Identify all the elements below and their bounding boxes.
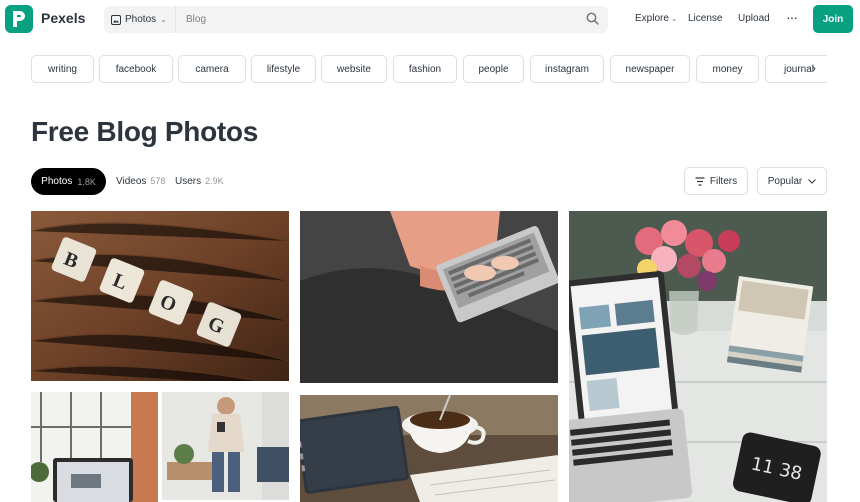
- chip-lifestyle[interactable]: lifestyle: [251, 55, 316, 83]
- chip-people[interactable]: people: [463, 55, 524, 83]
- chip-website[interactable]: website: [321, 55, 387, 83]
- tab-photos-count: 1.8K: [77, 176, 96, 187]
- more-options-icon[interactable]: ···: [786, 9, 798, 25]
- chevron-down-icon: [808, 178, 817, 184]
- tab-photos[interactable]: Photos 1.8K: [31, 168, 106, 195]
- photo-flowers-laptop[interactable]: 11 38: [569, 211, 827, 502]
- photo-coffee-notebook[interactable]: [300, 395, 558, 502]
- search-icon[interactable]: [585, 11, 601, 27]
- chip-writing[interactable]: writing: [31, 55, 94, 83]
- tab-videos-count: 578: [150, 176, 166, 186]
- chevron-down-icon: ⌄: [670, 14, 678, 23]
- chevron-down-icon: ⌄: [160, 15, 167, 24]
- brand-name[interactable]: Pexels: [41, 10, 85, 26]
- tab-videos-label: Videos: [116, 176, 147, 187]
- search-type-dropdown[interactable]: Photos ⌄: [104, 6, 176, 33]
- sort-dropdown[interactable]: Popular: [757, 167, 827, 195]
- nav-upload[interactable]: Upload: [738, 13, 770, 24]
- sort-label: Popular: [767, 175, 803, 187]
- chevron-right-icon[interactable]: ›: [812, 61, 828, 77]
- filters-button[interactable]: Filters: [684, 167, 748, 195]
- page-title: Free Blog Photos: [31, 116, 258, 147]
- search-input[interactable]: [186, 12, 566, 27]
- photo-blog-tiles[interactable]: B L O G: [31, 211, 289, 381]
- chip-fashion[interactable]: fashion: [393, 55, 457, 83]
- tab-users-count: 2.9K: [205, 176, 224, 186]
- photo-laptop-window[interactable]: [31, 392, 158, 502]
- tab-videos[interactable]: Videos 578: [116, 176, 165, 187]
- join-button[interactable]: Join: [813, 5, 853, 33]
- photo-laptop-typing[interactable]: [300, 211, 558, 383]
- chip-newspaper[interactable]: newspaper: [610, 55, 690, 83]
- chip-facebook[interactable]: facebook: [99, 55, 173, 83]
- image-icon: [111, 14, 121, 25]
- pexels-logo-icon[interactable]: [5, 5, 33, 33]
- top-nav: Pexels Photos ⌄ Explore⌄ License Upload …: [0, 0, 860, 40]
- tab-users-label: Users: [175, 176, 202, 187]
- tab-photos-label: Photos: [41, 176, 73, 187]
- chip-instagram[interactable]: instagram: [530, 55, 604, 83]
- photo-woman-phone[interactable]: [162, 392, 289, 500]
- search-bar: Photos ⌄: [104, 6, 608, 33]
- filter-icon: [695, 176, 705, 186]
- chip-money[interactable]: money: [696, 55, 759, 83]
- chip-camera[interactable]: camera: [178, 55, 246, 83]
- related-searches: writing facebook camera lifestyle websit…: [31, 55, 827, 83]
- tab-users[interactable]: Users 2.9K: [175, 176, 224, 187]
- filters-label: Filters: [709, 175, 738, 187]
- search-type-label: Photos: [125, 14, 157, 25]
- nav-explore-label: Explore: [635, 13, 669, 24]
- nav-explore[interactable]: Explore ⌄: [635, 13, 678, 24]
- nav-license[interactable]: License: [688, 13, 722, 24]
